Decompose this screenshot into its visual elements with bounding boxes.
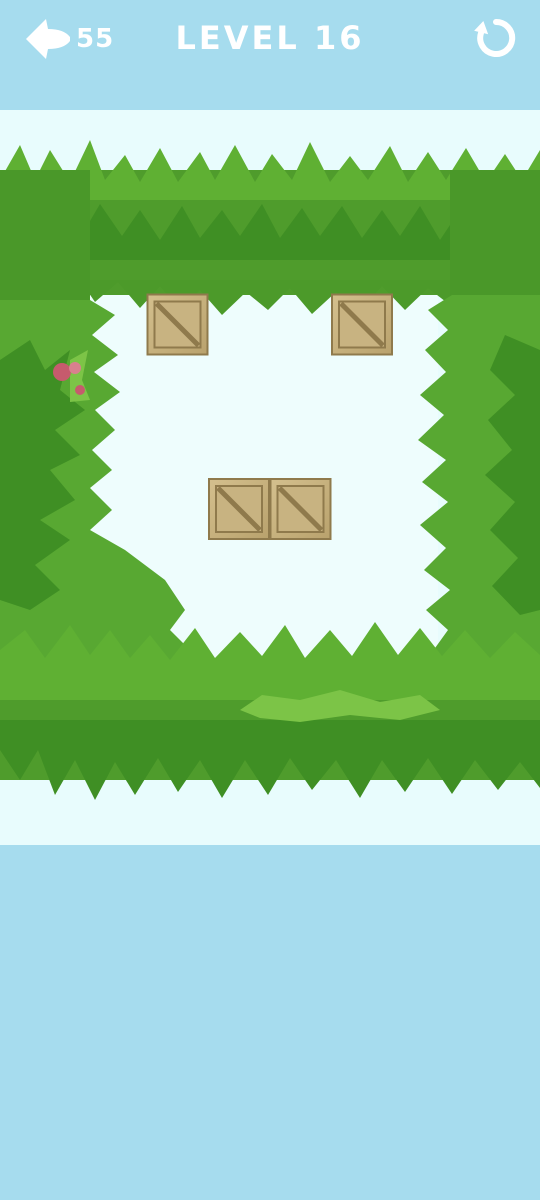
crate[interactable] <box>269 478 332 540</box>
level-title: LEVEL 16 <box>175 19 365 57</box>
crate[interactable] <box>208 478 270 540</box>
hedge-bottom <box>0 622 540 800</box>
top-bar: 55 LEVEL 16 <box>0 0 540 110</box>
bottom-area <box>0 845 540 1200</box>
moves-remaining: 55 <box>76 24 115 54</box>
arrow-left-icon <box>26 19 70 59</box>
restart-icon <box>474 18 516 57</box>
game-board <box>0 110 540 845</box>
crate[interactable] <box>146 293 209 356</box>
crate[interactable] <box>331 293 393 356</box>
back-button[interactable]: 55 <box>24 16 124 62</box>
board-scene <box>0 140 540 800</box>
restart-button[interactable] <box>472 14 520 62</box>
